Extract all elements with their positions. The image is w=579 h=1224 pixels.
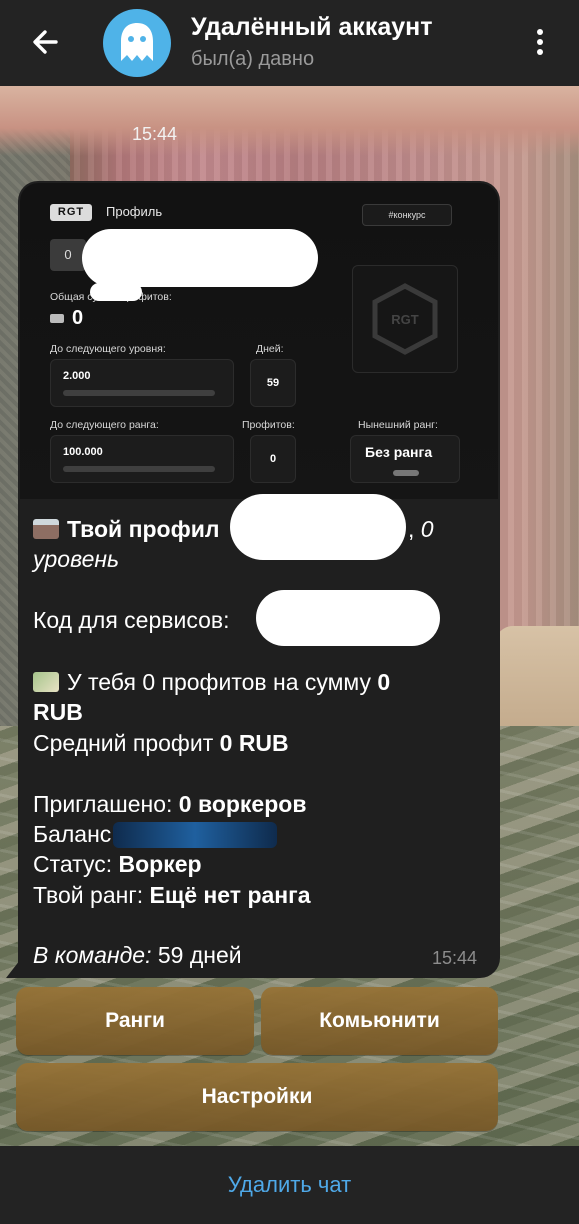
community-button[interactable]: Комьюнити (261, 987, 498, 1055)
more-menu-icon[interactable] (528, 26, 552, 60)
team-line: В команде: 59 дней (33, 940, 242, 970)
contest-tag: #конкурс (362, 204, 452, 226)
invited-value: 0 воркеров (178, 791, 307, 817)
invited-line: Приглашено: 0 воркеров (33, 789, 306, 819)
total-profits-value: 0 (72, 307, 84, 329)
next-level-value: 2.000 (63, 370, 91, 382)
status-value: Воркер (118, 851, 202, 877)
profits-currency-line: RUB (33, 697, 83, 727)
profits-line: У тебя 0 профитов на сумму 0 (33, 667, 390, 697)
balance-line: Баланс (33, 819, 111, 849)
profits-sum: 0 (377, 669, 391, 695)
last-seen-status: был(а) давно (191, 48, 315, 70)
current-rank-label: Нынешний ранг: (358, 419, 438, 431)
curtain-valance (0, 86, 579, 156)
ghost-icon (121, 23, 153, 61)
message-time: 15:44 (432, 948, 478, 968)
current-rank-value: Без ранга (365, 444, 433, 460)
average-profit-value: 0 RUB (219, 730, 289, 756)
profits-count-value: 0 (269, 453, 277, 465)
redaction-blob (256, 590, 440, 646)
average-profit-line: Средний профит 0 RUB (33, 728, 289, 758)
invited-label: Приглашено: (33, 791, 179, 817)
next-rank-value: 100.000 (63, 446, 103, 458)
next-level-field: 2.000 (50, 359, 234, 407)
profits-currency: RUB (33, 699, 83, 725)
cash-icon (50, 314, 64, 323)
next-rank-field: 100.000 (50, 435, 234, 483)
rgt-logo: RGT (352, 265, 458, 373)
redaction-scribble (113, 822, 277, 848)
profits-text: У тебя 0 профитов на сумму (67, 669, 378, 695)
chat-header: Удалённый аккаунт был(а) давно (0, 0, 579, 86)
profile-heading: Твой профил (67, 516, 220, 542)
profile-card-image[interactable]: RGT Профиль #конкурс 0 Общая сумма профи… (20, 183, 498, 499)
level-word: уровень (33, 544, 119, 574)
services-code-label: Код для сервисов: (33, 607, 230, 633)
average-profit-label: Средний профит (33, 730, 220, 756)
delete-chat-button[interactable]: Удалить чат (0, 1146, 579, 1224)
profile-level-suffix: , 0 (408, 516, 434, 542)
back-arrow-icon[interactable] (28, 24, 64, 60)
rank-line: Твой ранг: Ещё нет ранга (33, 880, 311, 910)
profits-count-field: 0 (250, 435, 296, 483)
avatar[interactable] (103, 9, 171, 77)
date-stamp: 15:44 (132, 124, 178, 144)
redaction-blob (230, 494, 406, 560)
days-value: 59 (266, 377, 280, 389)
level-number: 0 (420, 516, 434, 542)
status-label: Статус: (33, 851, 119, 877)
next-level-progress (63, 390, 215, 396)
profile-line: Твой профил (33, 514, 219, 544)
profits-count-label: Профитов: (242, 419, 295, 431)
balance-label: Баланс (33, 821, 112, 847)
redaction-blob (90, 283, 142, 301)
settings-button[interactable]: Настройки (16, 1063, 498, 1131)
level-word-text: уровень (33, 546, 120, 572)
days-field: 59 (250, 359, 296, 407)
next-level-label: До следующего уровня: (50, 343, 166, 355)
status-line: Статус: Воркер (33, 849, 202, 879)
svg-text:RGT: RGT (391, 312, 419, 327)
card-file-icon (33, 519, 59, 539)
user-level-box: 0 (50, 239, 86, 271)
team-value: 59 дней (151, 942, 242, 968)
rgt-badge: RGT (50, 204, 92, 221)
next-rank-label: До следующего ранга: (50, 419, 159, 431)
bottom-bar: Удалить чат (0, 1146, 579, 1224)
rank-value: Ещё нет ранга (149, 882, 311, 908)
team-label: В команде: (33, 942, 152, 968)
current-rank-field: Без ранга (350, 435, 460, 483)
ranks-button[interactable]: Ранги (16, 987, 254, 1055)
days-label: Дней: (256, 343, 284, 355)
chat-title[interactable]: Удалённый аккаунт (191, 13, 432, 42)
redaction-blob (82, 229, 318, 287)
next-rank-progress (63, 466, 215, 472)
money-wings-icon (33, 672, 59, 692)
card-title: Профиль (106, 204, 163, 219)
rank-indicator (393, 470, 419, 476)
rank-label: Твой ранг: (33, 882, 150, 908)
